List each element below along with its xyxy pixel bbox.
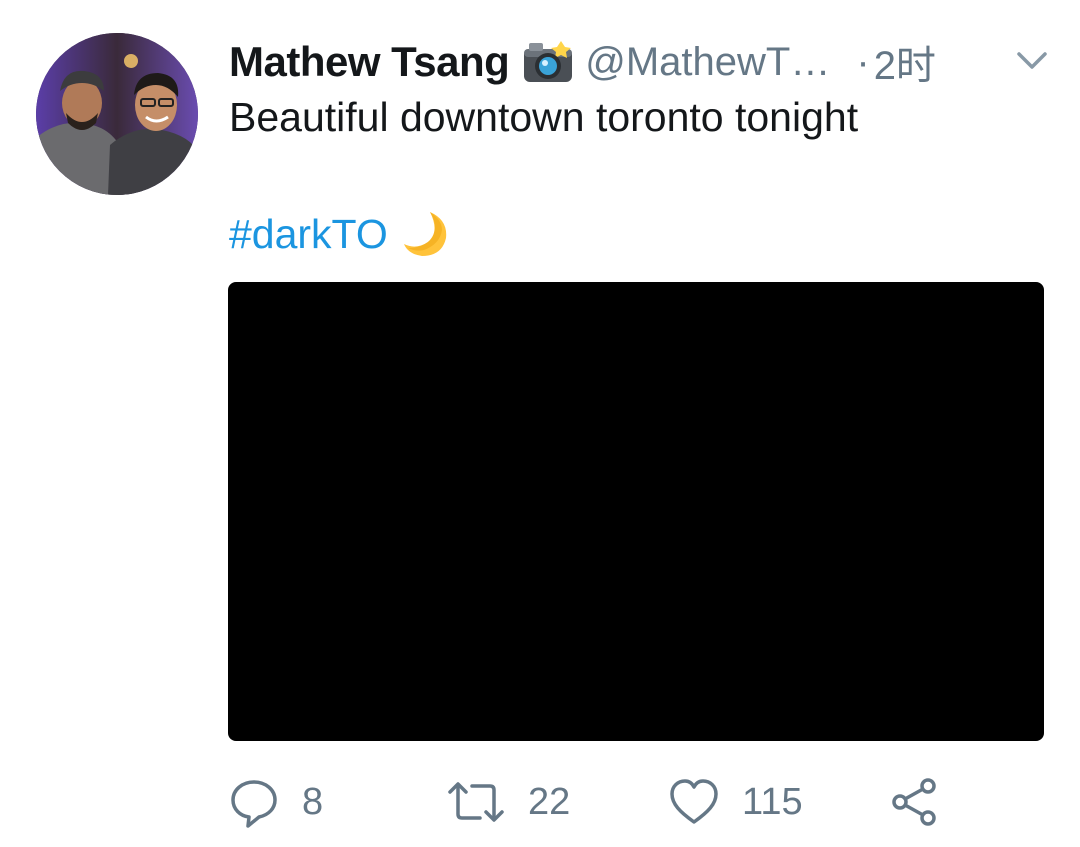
retweet-icon — [446, 776, 506, 828]
like-count: 115 — [742, 780, 803, 823]
avatar[interactable] — [36, 33, 198, 195]
timestamp[interactable]: 2时 — [874, 33, 936, 91]
share-button[interactable] — [888, 770, 940, 834]
reply-icon — [228, 776, 280, 828]
tweet-card[interactable]: Mathew Tsang @MathewT… · 2时 Beautiful do… — [0, 0, 1080, 847]
hashtag-line: #darkTO — [229, 208, 452, 260]
media-preview[interactable] — [228, 282, 1044, 741]
display-name[interactable]: Mathew Tsang — [229, 38, 510, 86]
reply-count: 8 — [302, 780, 324, 823]
like-button[interactable]: 115 — [668, 770, 803, 834]
retweet-button[interactable]: 22 — [446, 770, 570, 834]
share-icon — [888, 776, 940, 828]
crescent-moon-icon — [400, 208, 452, 260]
reply-button[interactable]: 8 — [228, 770, 323, 834]
tweet-header: Mathew Tsang @MathewT… · 2时 — [229, 34, 1049, 90]
chevron-down-icon[interactable] — [1015, 46, 1049, 76]
camera-with-flash-icon — [521, 39, 575, 85]
separator-dot: · — [856, 39, 870, 84]
action-bar: 8 22 115 — [228, 770, 1048, 834]
tweet-text: Beautiful downtown toronto tonight — [229, 94, 859, 140]
user-handle[interactable]: @MathewT… — [585, 40, 830, 85]
retweet-count: 22 — [528, 780, 571, 823]
like-icon — [668, 776, 720, 828]
hashtag-link[interactable]: #darkTO — [229, 211, 388, 258]
